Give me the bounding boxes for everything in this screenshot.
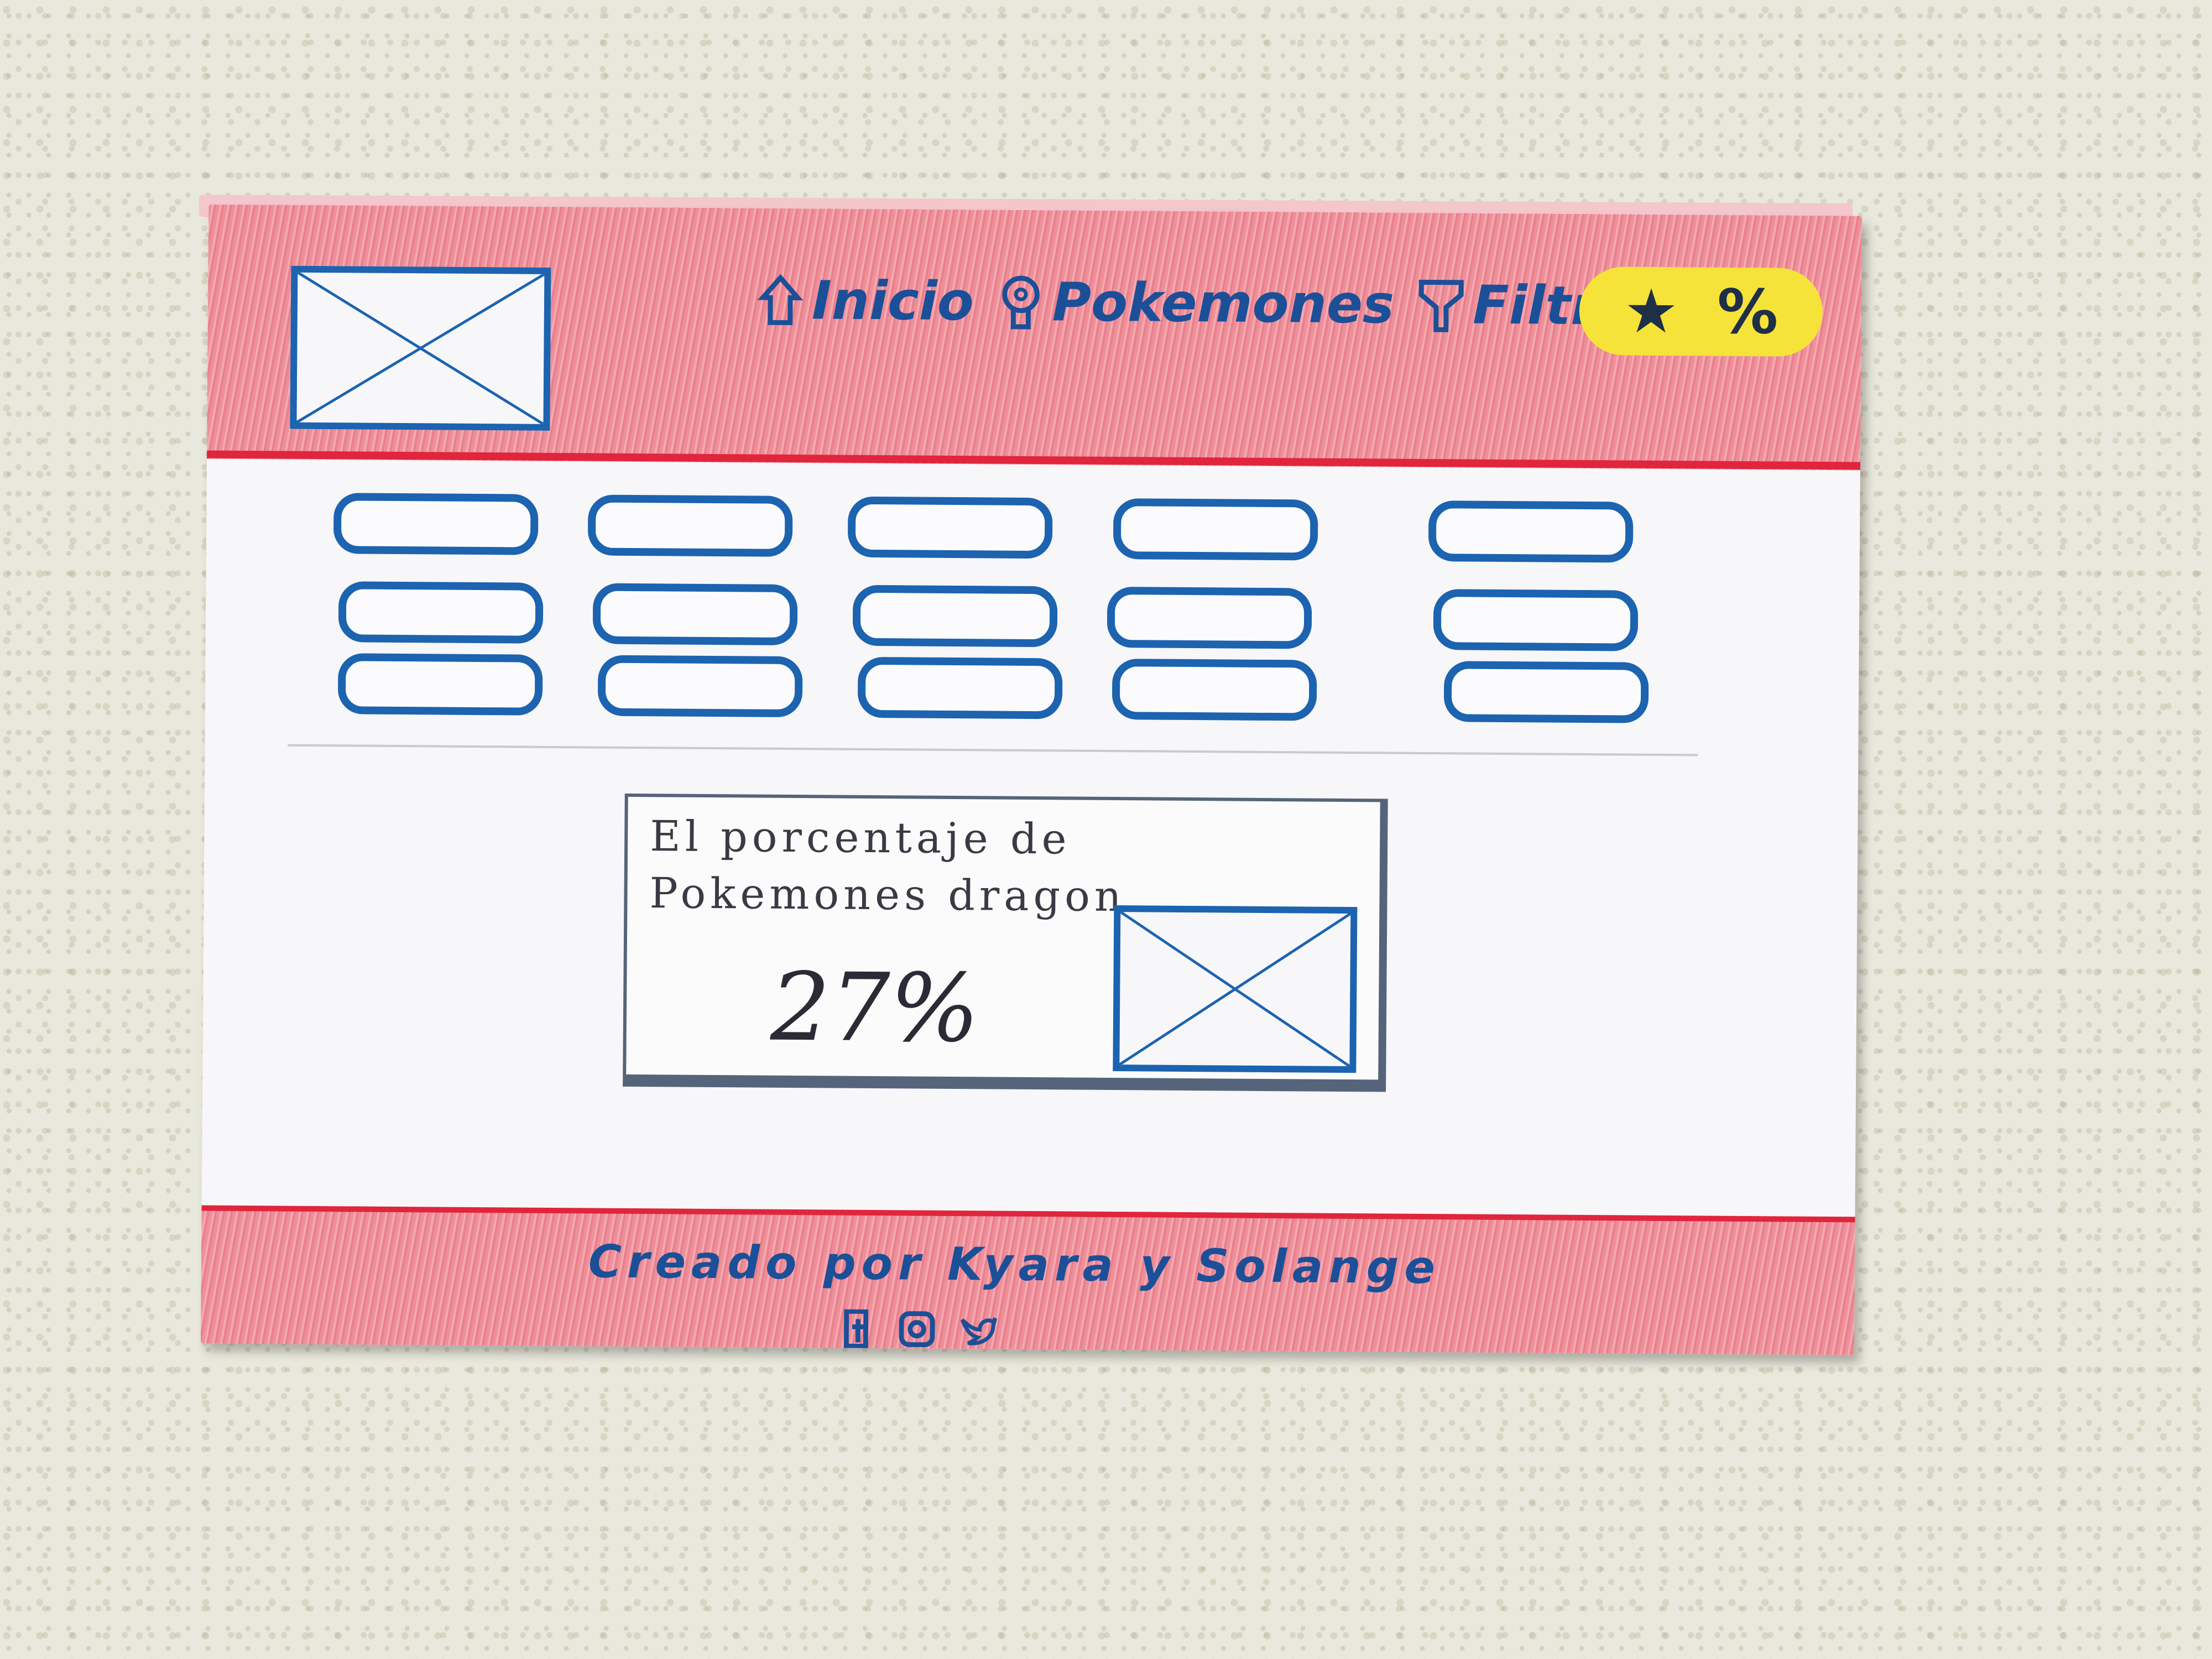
mockup-page: Inicio Pokemones Filtrar ★ % El porcenta… bbox=[200, 204, 1863, 1355]
home-icon bbox=[757, 274, 804, 325]
nav-item-pokemones[interactable]: Pokemones bbox=[995, 271, 1395, 336]
grid-button[interactable] bbox=[1113, 498, 1318, 561]
filter-icon bbox=[1418, 279, 1464, 332]
nav-label-inicio: Inicio bbox=[811, 269, 974, 333]
nav-label-pokemones: Pokemones bbox=[1052, 271, 1395, 336]
grid-button[interactable] bbox=[597, 655, 803, 718]
instagram-icon[interactable] bbox=[898, 1310, 936, 1348]
grid-button[interactable] bbox=[852, 585, 1058, 648]
pokeball-pin-icon bbox=[1002, 275, 1040, 330]
grid-button[interactable] bbox=[1107, 586, 1312, 649]
grid-button[interactable] bbox=[857, 656, 1063, 719]
main-nav: Inicio Pokemones Filtrar bbox=[755, 269, 1659, 337]
grid-button[interactable] bbox=[338, 581, 544, 644]
grid-button[interactable] bbox=[333, 493, 539, 555]
stat-value: 27% bbox=[770, 952, 980, 1064]
footer-credit: Creado por Kyara y Solange bbox=[588, 1235, 1441, 1295]
grid-button[interactable] bbox=[1433, 589, 1639, 651]
grid-button[interactable] bbox=[587, 494, 793, 557]
twitter-icon[interactable] bbox=[958, 1310, 998, 1349]
pokemon-button-grid bbox=[333, 493, 1689, 723]
grid-button[interactable] bbox=[337, 653, 543, 716]
percentage-button[interactable]: ★ % bbox=[1579, 266, 1823, 357]
facebook-icon[interactable] bbox=[837, 1309, 875, 1349]
percentage-label: % bbox=[1717, 276, 1778, 348]
content-divider bbox=[288, 744, 1698, 757]
stat-image-placeholder bbox=[1113, 905, 1358, 1073]
grid-button[interactable] bbox=[847, 496, 1053, 559]
dragon-percentage-card: El porcentaje de Pokemones dragon 27% bbox=[623, 793, 1388, 1092]
logo-image-placeholder[interactable] bbox=[290, 265, 551, 431]
social-links bbox=[837, 1309, 998, 1349]
grid-button[interactable] bbox=[1112, 659, 1317, 721]
star-icon: ★ bbox=[1624, 275, 1679, 347]
grid-button[interactable] bbox=[1443, 661, 1649, 723]
nav-item-inicio[interactable]: Inicio bbox=[755, 269, 974, 332]
grid-button[interactable] bbox=[1428, 500, 1634, 563]
grid-button[interactable] bbox=[592, 583, 798, 646]
